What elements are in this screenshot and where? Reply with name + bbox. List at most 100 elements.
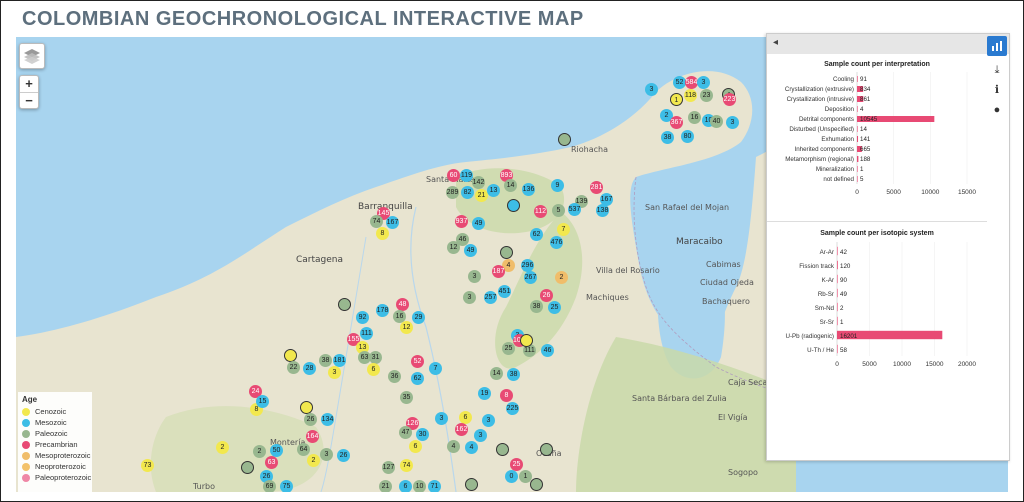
sample-cluster-marker[interactable]: 1 (670, 93, 683, 106)
sample-cluster-marker[interactable]: 38 (319, 354, 332, 367)
sample-cluster-marker[interactable]: 2 (307, 454, 320, 467)
sample-cluster-marker[interactable]: 12 (400, 321, 413, 334)
sample-cluster-marker[interactable]: 16 (688, 111, 701, 124)
sample-cluster-marker[interactable] (496, 443, 509, 456)
sample-cluster-marker[interactable]: 74 (400, 459, 413, 472)
sample-cluster-marker[interactable]: 71 (428, 480, 441, 492)
chevron-left-icon[interactable]: ◂ (773, 37, 778, 48)
sample-cluster-marker[interactable]: 69 (263, 480, 276, 492)
sample-cluster-marker[interactable]: 46 (541, 344, 554, 357)
sample-cluster-marker[interactable]: 296 (521, 259, 534, 272)
sample-cluster-marker[interactable]: 62 (530, 228, 543, 241)
sample-cluster-marker[interactable]: 23 (700, 89, 713, 102)
sample-cluster-marker[interactable] (465, 478, 478, 491)
sample-cluster-marker[interactable]: 164 (306, 430, 319, 443)
sample-cluster-marker[interactable]: 63 (265, 456, 278, 469)
sample-cluster-marker[interactable]: 14 (490, 367, 503, 380)
sample-cluster-marker[interactable]: 136 (522, 183, 535, 196)
sample-cluster-marker[interactable]: 2 (555, 271, 568, 284)
sample-cluster-marker[interactable]: 52 (411, 355, 424, 368)
user-icon[interactable]: ● (987, 100, 1007, 120)
sample-cluster-marker[interactable]: 29 (412, 311, 425, 324)
sample-cluster-marker[interactable]: 4 (447, 440, 460, 453)
sample-cluster-marker[interactable] (530, 478, 543, 491)
download-icon[interactable]: ⤓ (987, 60, 1007, 80)
sample-cluster-marker[interactable]: 3 (482, 414, 495, 427)
sample-cluster-marker[interactable]: 40 (710, 115, 723, 128)
sample-cluster-marker[interactable]: 134 (321, 413, 334, 426)
sample-cluster-marker[interactable]: 3 (463, 291, 476, 304)
zoom-out-button[interactable]: − (20, 93, 38, 109)
sample-cluster-marker[interactable]: 36 (388, 370, 401, 383)
sample-cluster-marker[interactable]: 60 (447, 169, 460, 182)
sample-cluster-marker[interactable]: 26 (304, 413, 317, 426)
sample-cluster-marker[interactable]: 30 (416, 428, 429, 441)
sample-cluster-marker[interactable]: 281 (590, 181, 603, 194)
sample-cluster-marker[interactable]: 38 (507, 368, 520, 381)
sample-cluster-marker[interactable]: 13 (487, 184, 500, 197)
sample-cluster-marker[interactable]: 25 (502, 342, 515, 355)
sample-cluster-marker[interactable]: 7 (429, 362, 442, 375)
sample-cluster-marker[interactable]: 142 (472, 176, 485, 189)
sample-cluster-marker[interactable]: 3 (726, 116, 739, 129)
sample-cluster-marker[interactable]: 25 (548, 301, 561, 314)
sample-cluster-marker[interactable]: 225 (506, 402, 519, 415)
sample-cluster-marker[interactable]: 223 (723, 93, 736, 106)
sample-cluster-marker[interactable] (500, 246, 513, 259)
sample-cluster-marker[interactable]: 64 (297, 443, 310, 456)
sample-cluster-marker[interactable]: 937 (455, 215, 468, 228)
sample-cluster-marker[interactable]: 3 (474, 429, 487, 442)
sample-cluster-marker[interactable]: 3 (468, 270, 481, 283)
sample-cluster-marker[interactable] (540, 443, 553, 456)
sample-cluster-marker[interactable]: 47 (399, 426, 412, 439)
layers-button[interactable] (19, 43, 45, 69)
sample-cluster-marker[interactable]: 38 (530, 300, 543, 313)
sample-cluster-marker[interactable]: 162 (455, 423, 468, 436)
sample-cluster-marker[interactable]: 167 (386, 216, 399, 229)
sample-cluster-marker[interactable]: 3 (328, 366, 341, 379)
sample-cluster-marker[interactable]: 49 (464, 244, 477, 257)
sample-cluster-marker[interactable]: 6 (367, 363, 380, 376)
sample-cluster-marker[interactable]: 8 (376, 227, 389, 240)
sample-cluster-marker[interactable]: 138 (596, 204, 609, 217)
sample-cluster-marker[interactable]: 80 (681, 130, 694, 143)
sample-cluster-marker[interactable]: 28 (303, 362, 316, 375)
sample-cluster-marker[interactable]: 112 (534, 205, 547, 218)
sample-cluster-marker[interactable]: 26 (540, 289, 553, 302)
sample-cluster-marker[interactable]: 62 (411, 372, 424, 385)
sample-cluster-marker[interactable] (558, 133, 571, 146)
sample-cluster-marker[interactable]: 6 (409, 440, 422, 453)
sample-cluster-marker[interactable]: 111 (360, 327, 373, 340)
sample-cluster-marker[interactable]: 118 (684, 89, 697, 102)
sample-cluster-marker[interactable]: 5 (552, 204, 565, 217)
sample-cluster-marker[interactable]: 38 (661, 131, 674, 144)
sample-cluster-marker[interactable] (338, 298, 351, 311)
sample-cluster-marker[interactable]: 6 (399, 480, 412, 492)
sample-cluster-marker[interactable]: 8 (500, 389, 513, 402)
sample-cluster-marker[interactable]: 0 (505, 470, 518, 483)
sample-cluster-marker[interactable]: 127 (382, 461, 395, 474)
sample-cluster-marker[interactable]: 26 (337, 449, 350, 462)
zoom-in-button[interactable]: + (20, 76, 38, 93)
sample-cluster-marker[interactable]: 75 (280, 480, 293, 492)
sample-cluster-marker[interactable] (520, 334, 533, 347)
sample-cluster-marker[interactable]: 12 (447, 241, 460, 254)
sample-cluster-marker[interactable]: 49 (472, 217, 485, 230)
sample-cluster-marker[interactable]: 119 (460, 169, 473, 182)
sample-cluster-marker[interactable]: 82 (461, 186, 474, 199)
sample-cluster-marker[interactable]: 178 (376, 304, 389, 317)
sample-cluster-marker[interactable]: 3 (697, 76, 710, 89)
info-icon[interactable]: ℹ (987, 80, 1007, 100)
sample-cluster-marker[interactable]: 3 (645, 83, 658, 96)
sample-cluster-marker[interactable]: 22 (287, 361, 300, 374)
sample-cluster-marker[interactable]: 2 (253, 445, 266, 458)
sample-cluster-marker[interactable]: 35 (400, 391, 413, 404)
sample-cluster-marker[interactable]: 31 (369, 351, 382, 364)
sample-cluster-marker[interactable]: 476 (550, 236, 563, 249)
sample-cluster-marker[interactable]: 14 (504, 179, 517, 192)
bar-chart-icon[interactable] (987, 36, 1007, 56)
sample-cluster-marker[interactable]: 289 (446, 186, 459, 199)
sample-cluster-marker[interactable]: 10 (413, 480, 426, 492)
sample-cluster-marker[interactable]: 2 (216, 441, 229, 454)
sample-cluster-marker[interactable]: 15 (256, 395, 269, 408)
